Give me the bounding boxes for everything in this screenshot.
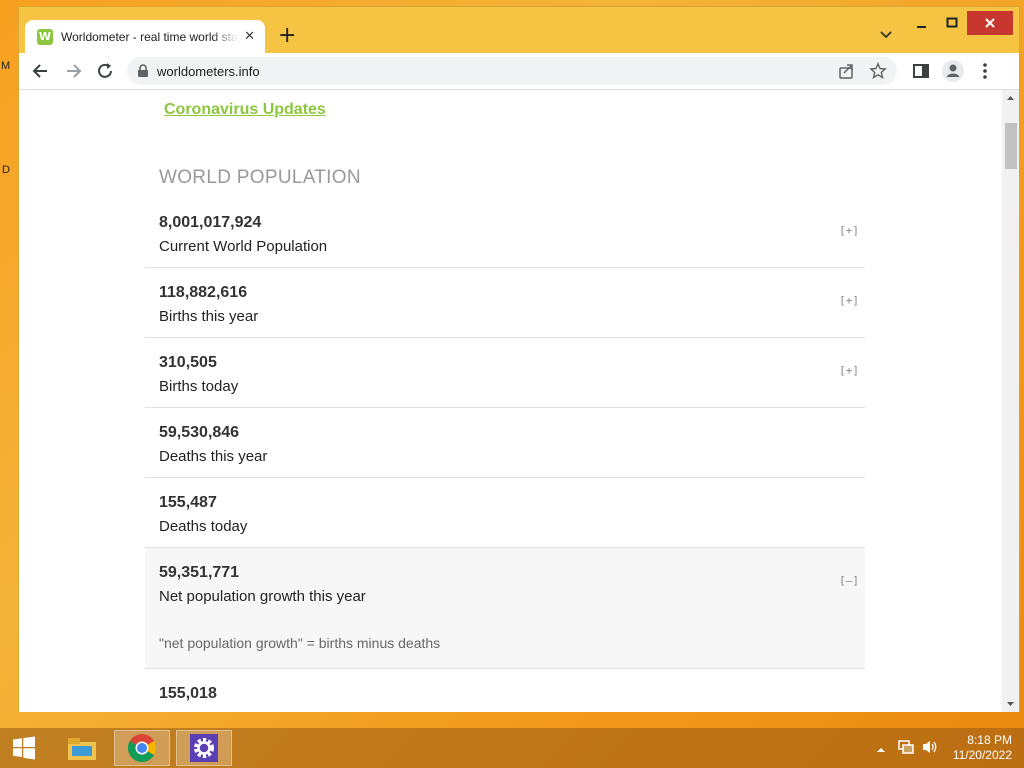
gear-icon [190,734,218,762]
counter-label: Births this year [159,308,259,325]
address-bar[interactable]: worldometers.info [127,57,897,85]
desktop-icon-label: M [1,60,11,72]
population-counters: 8,001,017,924 Current World Population [… [145,198,865,712]
counter-label: Deaths this year [159,448,268,465]
counter-row: 155,487 Deaths today [145,478,865,548]
side-panel-icon[interactable] [911,61,931,81]
chrome-menu-icon[interactable] [975,61,995,81]
system-clock[interactable]: 8:18 PM 11/20/2022 [953,733,1012,763]
taskbar-chrome[interactable] [114,730,170,766]
expand-toggle[interactable]: [+] [839,224,859,237]
network-icon[interactable] [897,739,915,760]
tab-strip: W Worldometer - real time world statisti… [19,7,1019,53]
counter-label: Net population growth this year [159,588,366,605]
browser-window: W Worldometer - real time world statisti… [18,6,1020,712]
maximize-button[interactable] [937,11,967,35]
profile-avatar-icon[interactable] [941,59,965,83]
start-button[interactable] [0,730,48,766]
url-text[interactable]: worldometers.info [157,64,260,79]
collapse-toggle[interactable]: [–] [839,574,859,587]
minimize-button[interactable] [907,11,937,35]
back-button[interactable] [31,61,51,81]
counter-row: 310,505 Births today [+] [145,338,865,408]
counter-row: 59,530,846 Deaths this year [145,408,865,478]
page-viewport: Coronavirus Updates WORLD POPULATION 8,0… [19,89,1019,712]
scroll-up-arrow-icon[interactable] [1002,90,1019,107]
counter-value: 59,351,771 [159,564,240,581]
counter-row: 8,001,017,924 Current World Population [… [145,198,865,268]
counter-label: Births today [159,378,239,395]
counter-row: 155,018 [145,669,865,712]
tab-search-chevron-icon[interactable] [877,25,895,43]
volume-icon[interactable] [921,739,939,760]
tab-close-icon[interactable]: ✕ [244,29,255,44]
coronavirus-updates-link[interactable]: Coronavirus Updates [164,101,326,119]
counter-value: 118,882,616 [159,284,248,301]
worldometer-favicon-icon: W [37,28,53,45]
counter-value: 155,487 [159,494,217,511]
counter-value: 310,505 [159,354,217,371]
counter-row-expanded: 59,351,771 Net population growth this ye… [145,548,865,669]
taskbar-settings[interactable] [176,730,232,766]
clock-time: 8:18 PM [967,733,1012,747]
close-window-button[interactable] [967,11,1013,35]
expand-toggle[interactable]: [+] [839,364,859,377]
reload-button[interactable] [95,61,115,81]
scrollbar-thumb[interactable] [1005,123,1017,169]
share-icon[interactable] [837,62,855,80]
clock-date: 11/20/2022 [952,748,1012,762]
counter-row: 118,882,616 Births this year [+] [145,268,865,338]
new-tab-button[interactable]: + [278,25,296,47]
section-title: WORLD POPULATION [159,167,361,188]
chrome-icon [128,734,156,762]
taskbar-file-explorer[interactable] [54,730,110,766]
counter-label: Current World Population [159,238,328,255]
forward-button[interactable] [63,61,83,81]
scroll-down-arrow-icon[interactable] [1002,695,1019,712]
counter-note: "net population growth" = births minus d… [159,635,441,651]
browser-tab[interactable]: W Worldometer - real time world statisti… [25,20,265,53]
tab-title: Worldometer - real time world statistics [61,29,238,44]
lock-icon[interactable] [137,64,149,78]
vertical-scrollbar[interactable] [1002,90,1019,712]
expand-toggle[interactable]: [+] [839,294,859,307]
counter-value: 155,018 [159,685,217,702]
desktop-icon-label: D [2,164,10,176]
counter-value: 59,530,846 [159,424,240,441]
show-hidden-icons-icon[interactable] [876,742,886,760]
bookmark-star-icon[interactable] [869,62,887,80]
counter-value: 8,001,017,924 [159,214,262,231]
browser-toolbar: worldometers.info [19,53,1019,89]
counter-label: Deaths today [159,518,248,535]
file-explorer-icon [68,738,96,760]
taskbar: 8:18 PM 11/20/2022 [0,728,1024,768]
